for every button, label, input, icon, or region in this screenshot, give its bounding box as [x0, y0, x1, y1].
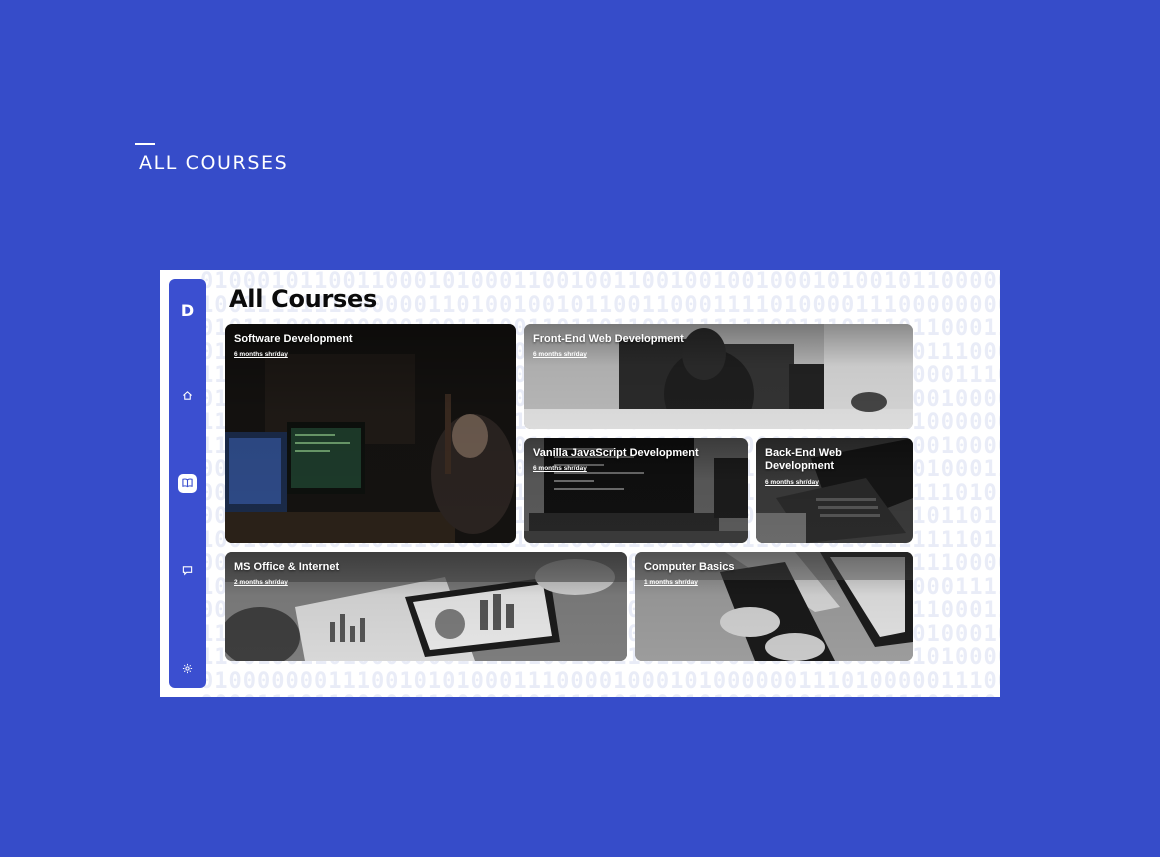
course-title: Vanilla JavaScript Development	[533, 447, 699, 459]
course-card[interactable]: Front-End Web Development 6 months shr/d…	[524, 324, 913, 429]
course-duration: 6 months shr/day	[234, 351, 288, 358]
course-duration: 2 months shr/day	[234, 579, 288, 586]
course-title: Computer Basics	[644, 561, 735, 573]
home-icon	[182, 388, 193, 406]
chat-icon	[182, 563, 193, 581]
nav-courses-button[interactable]	[178, 474, 197, 493]
course-title: MS Office & Internet	[234, 561, 340, 573]
course-duration: 6 months shr/day	[765, 479, 819, 486]
course-duration: 1 months shr/day	[644, 579, 698, 586]
sidebar: D	[169, 279, 206, 688]
nav-messages-button[interactable]	[178, 562, 197, 581]
course-title: Software Development	[234, 333, 353, 345]
book-icon	[182, 475, 193, 493]
course-card[interactable]: Vanilla JavaScript Development 6 months …	[524, 438, 748, 543]
section-rule	[135, 143, 155, 145]
course-title: Back-End Web Development	[765, 447, 842, 472]
page-title: All Courses	[229, 285, 377, 313]
app-screenshot: 0100010110011000101000110010011001001001…	[160, 270, 1000, 697]
course-duration: 6 months shr/day	[533, 465, 587, 472]
course-card[interactable]: Computer Basics 1 months shr/day	[635, 552, 913, 661]
course-card[interactable]: Software Development 6 months shr/day	[225, 324, 516, 543]
nav-settings-button[interactable]	[178, 660, 197, 679]
course-card[interactable]: MS Office & Internet 2 months shr/day	[225, 552, 627, 661]
nav-home-button[interactable]	[178, 387, 197, 406]
logo: D	[180, 301, 195, 320]
gear-icon	[182, 661, 193, 679]
course-duration: 6 months shr/day	[533, 351, 587, 358]
section-heading: ALL COURSES	[139, 152, 289, 174]
course-title: Front-End Web Development	[533, 333, 684, 345]
course-card[interactable]: Back-End Web Development 6 months shr/da…	[756, 438, 913, 543]
